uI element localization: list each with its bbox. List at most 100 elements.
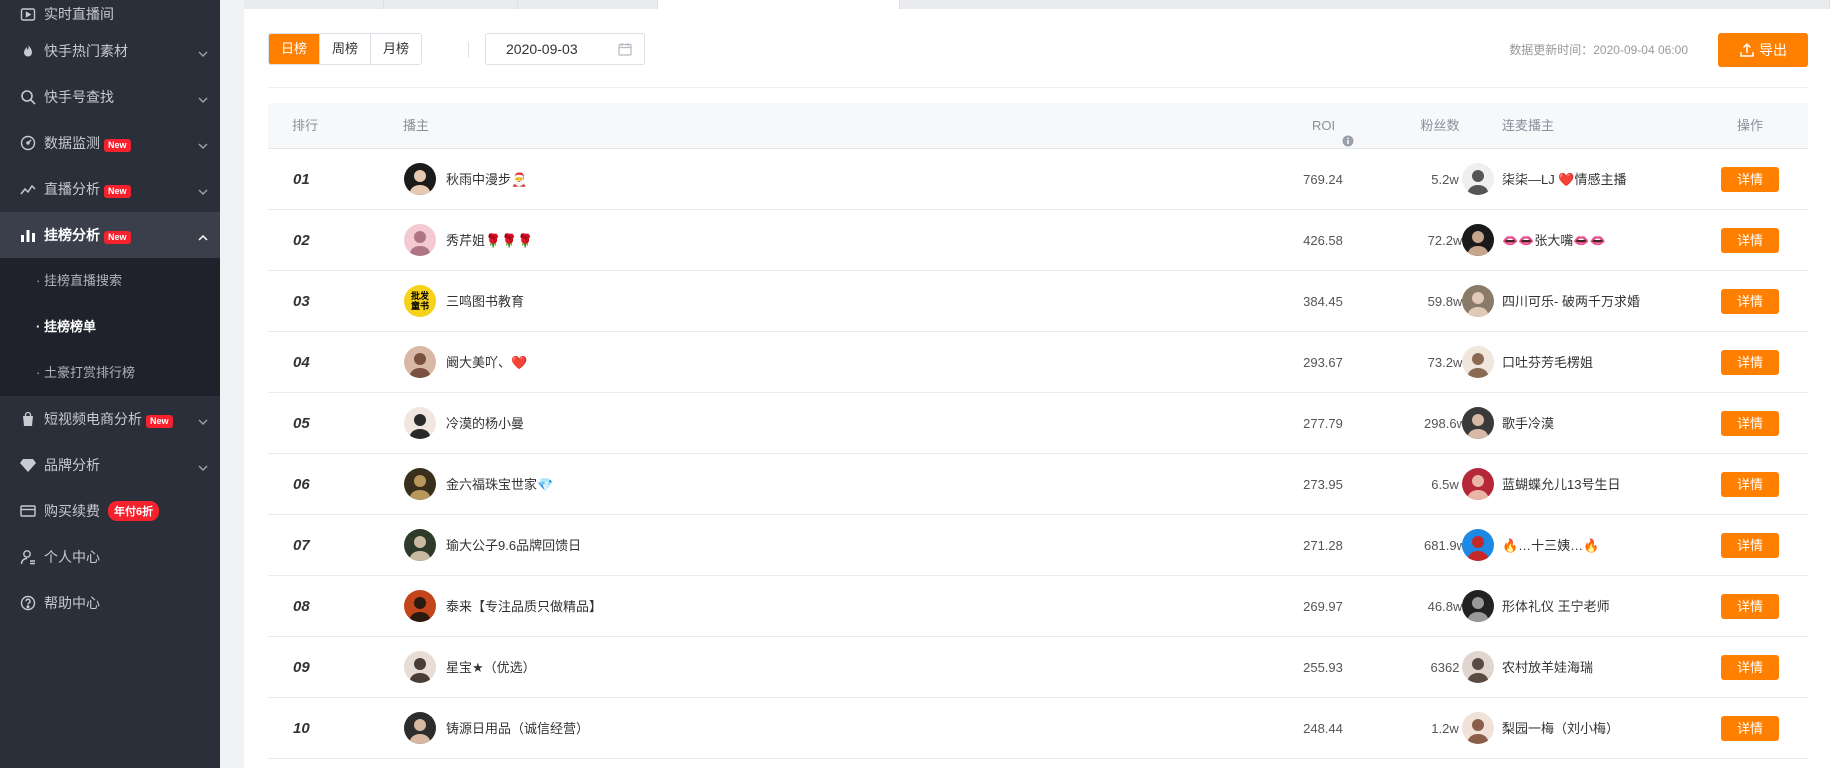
page-tab[interactable]: [518, 0, 658, 9]
detail-button[interactable]: 详情: [1721, 411, 1779, 436]
detail-button[interactable]: 详情: [1721, 716, 1779, 741]
export-label: 导出: [1759, 42, 1787, 58]
sidebar-item-label: 购买续费: [44, 503, 100, 519]
anchor-name[interactable]: 三鸣图书教育: [446, 271, 524, 332]
avatar[interactable]: [404, 590, 436, 622]
update-time-label: 数据更新时间：2020-09-04 06:00: [1509, 43, 1688, 57]
avatar[interactable]: [404, 712, 436, 744]
anchor-name[interactable]: 瑜大公子9.6品牌回馈日: [446, 515, 581, 576]
anchor-name[interactable]: 铸源日用品（诚信经营）: [446, 698, 589, 759]
header-anchor: 播主: [403, 118, 430, 133]
sidebar-item-data-monitor[interactable]: 数据监测 New: [0, 120, 220, 166]
avatar[interactable]: [404, 651, 436, 683]
submenu-item-rank-list[interactable]: · 挂榜榜单: [0, 304, 220, 350]
new-badge: New: [104, 184, 131, 198]
fire-icon: [20, 43, 36, 59]
anchor-name[interactable]: 冷漠的杨小曼: [446, 393, 524, 454]
date-value: 2020-09-03: [506, 41, 578, 57]
info-icon[interactable]: [1342, 120, 1354, 147]
avatar[interactable]: [1462, 651, 1494, 683]
avatar[interactable]: [1462, 712, 1494, 744]
mic-anchor-name[interactable]: 柒柒—LJ ❤️情感主播: [1502, 149, 1627, 210]
user-icon: [20, 549, 36, 565]
detail-button[interactable]: 详情: [1721, 167, 1779, 192]
header-mic: 连麦播主: [1502, 118, 1555, 133]
rank-number: 09: [293, 659, 310, 676]
sidebar-item-video-ecommerce[interactable]: 短视频电商分析 New: [0, 396, 220, 442]
avatar[interactable]: [404, 407, 436, 439]
bar-chart-icon: [20, 227, 36, 243]
mic-anchor-name[interactable]: 口吐芬芳毛楞姐: [1502, 332, 1593, 393]
avatar[interactable]: [1462, 590, 1494, 622]
roi-value: 248.44: [1303, 721, 1343, 736]
mic-anchor-name[interactable]: 形体礼仪 王宁老师: [1502, 576, 1610, 637]
sidebar-item-hot-material[interactable]: 快手热门素材: [0, 28, 220, 74]
anchor-name[interactable]: 阚大美吖、❤️: [446, 332, 527, 393]
avatar[interactable]: [1462, 468, 1494, 500]
tab-monthly[interactable]: 月榜: [371, 34, 422, 64]
date-picker[interactable]: 2020-09-03: [485, 33, 645, 65]
avatar[interactable]: [404, 224, 436, 256]
sidebar: 实时直播间 快手热门素材 快手号查找 数据监测 New 直播分析 New 挂榜分…: [0, 0, 220, 768]
submenu-rank-analysis: · 挂榜直播搜索 · 挂榜榜单 · 土豪打赏排行榜: [0, 258, 220, 396]
avatar[interactable]: [1462, 529, 1494, 561]
detail-button[interactable]: 详情: [1721, 472, 1779, 497]
anchor-name[interactable]: 泰来【专注品质只做精品】: [446, 576, 602, 637]
mic-anchor-name[interactable]: 四川可乐- 破两千万求婚: [1502, 271, 1640, 332]
avatar[interactable]: [404, 163, 436, 195]
rank-number: 02: [293, 232, 310, 249]
mic-anchor-name[interactable]: 歌手冷漠: [1502, 393, 1554, 454]
avatar[interactable]: 批发 童书: [404, 285, 436, 317]
sidebar-item-purchase[interactable]: 购买续费 年付6折: [0, 488, 220, 534]
chevron-down-icon: [198, 460, 208, 472]
roi-value: 277.79: [1303, 416, 1343, 431]
roi-value: 273.95: [1303, 477, 1343, 492]
anchor-name[interactable]: 金六福珠宝世家💎: [446, 454, 553, 515]
avatar[interactable]: [1462, 407, 1494, 439]
sidebar-item-brand-analysis[interactable]: 品牌分析: [0, 442, 220, 488]
anchor-name[interactable]: 秀芹姐🌹🌹🌹: [446, 210, 534, 271]
sidebar-item-live-analysis[interactable]: 直播分析 New: [0, 166, 220, 212]
live-room-icon: [20, 6, 36, 22]
avatar[interactable]: [404, 346, 436, 378]
page-tab-active[interactable]: [658, 0, 900, 9]
sidebar-item-live-room[interactable]: 实时直播间: [0, 0, 220, 28]
detail-button[interactable]: 详情: [1721, 533, 1779, 558]
avatar-text: 童书: [410, 301, 429, 311]
page-tab[interactable]: [384, 0, 518, 9]
sidebar-item-label: 短视频电商分析: [44, 411, 142, 427]
mic-anchor-name[interactable]: 🔥…十三姨…🔥: [1502, 515, 1599, 576]
anchor-name[interactable]: 秋雨中漫步🎅: [446, 149, 527, 210]
page-tab[interactable]: [244, 0, 384, 9]
avatar[interactable]: [1462, 163, 1494, 195]
avatar[interactable]: [1462, 285, 1494, 317]
calendar-icon: [618, 42, 632, 56]
detail-button[interactable]: 详情: [1721, 350, 1779, 375]
mic-anchor-name[interactable]: 梨园一梅（刘小梅）: [1502, 698, 1619, 759]
sidebar-item-help-center[interactable]: 帮助中心: [0, 580, 220, 626]
export-button[interactable]: 导出: [1718, 33, 1808, 67]
avatar[interactable]: [404, 529, 436, 561]
detail-button[interactable]: 详情: [1721, 594, 1779, 619]
diamond-icon: [20, 457, 36, 473]
new-badge: New: [104, 230, 131, 244]
detail-button[interactable]: 详情: [1721, 655, 1779, 680]
detail-button[interactable]: 详情: [1721, 228, 1779, 253]
submenu-item-tip-ranking[interactable]: · 土豪打赏排行榜: [0, 350, 220, 396]
tab-daily[interactable]: 日榜: [269, 34, 321, 64]
tab-weekly[interactable]: 周榜: [320, 34, 372, 64]
sidebar-item-personal-center[interactable]: 个人中心: [0, 534, 220, 580]
mic-anchor-name[interactable]: 农村放羊娃海瑞: [1502, 637, 1593, 698]
mic-anchor-name[interactable]: 蓝蝴蝶允儿13号生日: [1502, 454, 1620, 515]
anchor-name[interactable]: 星宝★（优选）: [446, 637, 536, 698]
table-row: 01 秋雨中漫步🎅 769.24 5.2w 柒柒—LJ ❤️情感主播 详情: [268, 149, 1808, 210]
sidebar-item-rank-analysis[interactable]: 挂榜分析 New: [0, 212, 220, 258]
sidebar-item-account-search[interactable]: 快手号查找: [0, 74, 220, 120]
roi-value: 255.93: [1303, 660, 1343, 675]
avatar[interactable]: [1462, 346, 1494, 378]
mic-anchor-name[interactable]: 👄👄张大嘴👄👄: [1502, 210, 1606, 271]
avatar[interactable]: [1462, 224, 1494, 256]
submenu-item-rank-live-search[interactable]: · 挂榜直播搜索: [0, 258, 220, 304]
avatar[interactable]: [404, 468, 436, 500]
detail-button[interactable]: 详情: [1721, 289, 1779, 314]
